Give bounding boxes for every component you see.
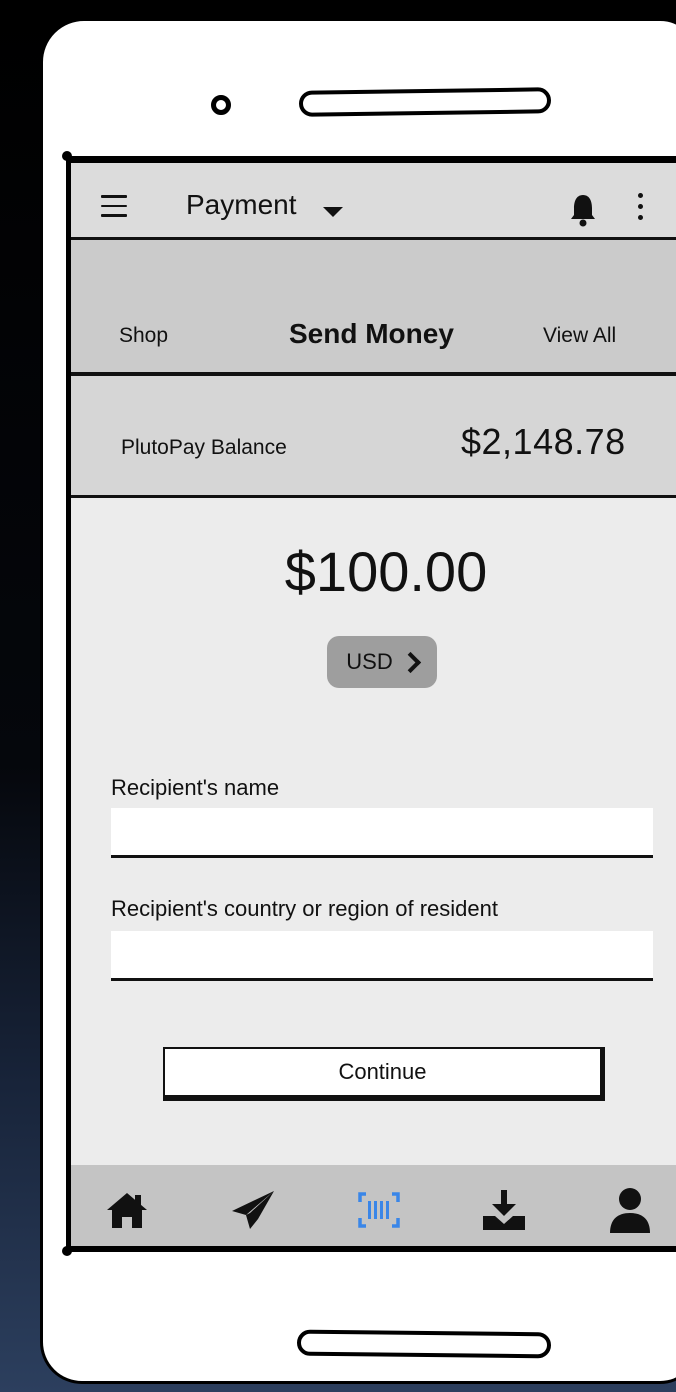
app-screen: Payment Shop Send Money View All PlutoPa… [66, 156, 676, 1252]
recipient-name-input[interactable] [111, 808, 653, 858]
barcode-scan-icon[interactable] [354, 1185, 404, 1235]
balance-value: $2,148.78 [461, 421, 626, 462]
tab-shop[interactable]: Shop [119, 324, 168, 348]
recipient-country-label: Recipient's country or region of residen… [111, 896, 498, 921]
download-icon[interactable] [479, 1185, 529, 1235]
menu-icon[interactable] [101, 195, 127, 217]
speaker-grille [298, 87, 552, 117]
tab-send-money[interactable]: Send Money [289, 318, 454, 350]
send-amount[interactable]: $100.00 [71, 539, 676, 604]
camera-icon [211, 95, 231, 115]
continue-button[interactable]: Continue [163, 1047, 605, 1101]
balance-label: PlutoPay Balance [121, 436, 287, 459]
balance-panel: PlutoPay Balance $2,148.78 [71, 376, 676, 498]
recipient-name-label: Recipient's name [111, 775, 280, 800]
caret-down-icon[interactable] [323, 207, 343, 217]
app-bar: Payment [71, 163, 676, 240]
send-icon[interactable] [228, 1185, 278, 1235]
tab-view-all[interactable]: View All [543, 324, 616, 348]
more-options-icon[interactable] [637, 193, 645, 223]
currency-selector-button[interactable]: USD [327, 636, 437, 688]
user-icon[interactable] [605, 1185, 655, 1235]
bell-icon[interactable] [569, 193, 597, 227]
bottom-nav [71, 1165, 676, 1246]
tab-bar: Shop Send Money View All [71, 240, 676, 376]
recipient-country-input[interactable] [111, 931, 653, 981]
home-hardware-button[interactable] [296, 1329, 552, 1359]
page-title-dropdown[interactable]: Payment [186, 189, 297, 221]
home-icon[interactable] [102, 1185, 152, 1235]
currency-label: USD [346, 649, 393, 674]
chevron-right-icon [399, 651, 421, 673]
